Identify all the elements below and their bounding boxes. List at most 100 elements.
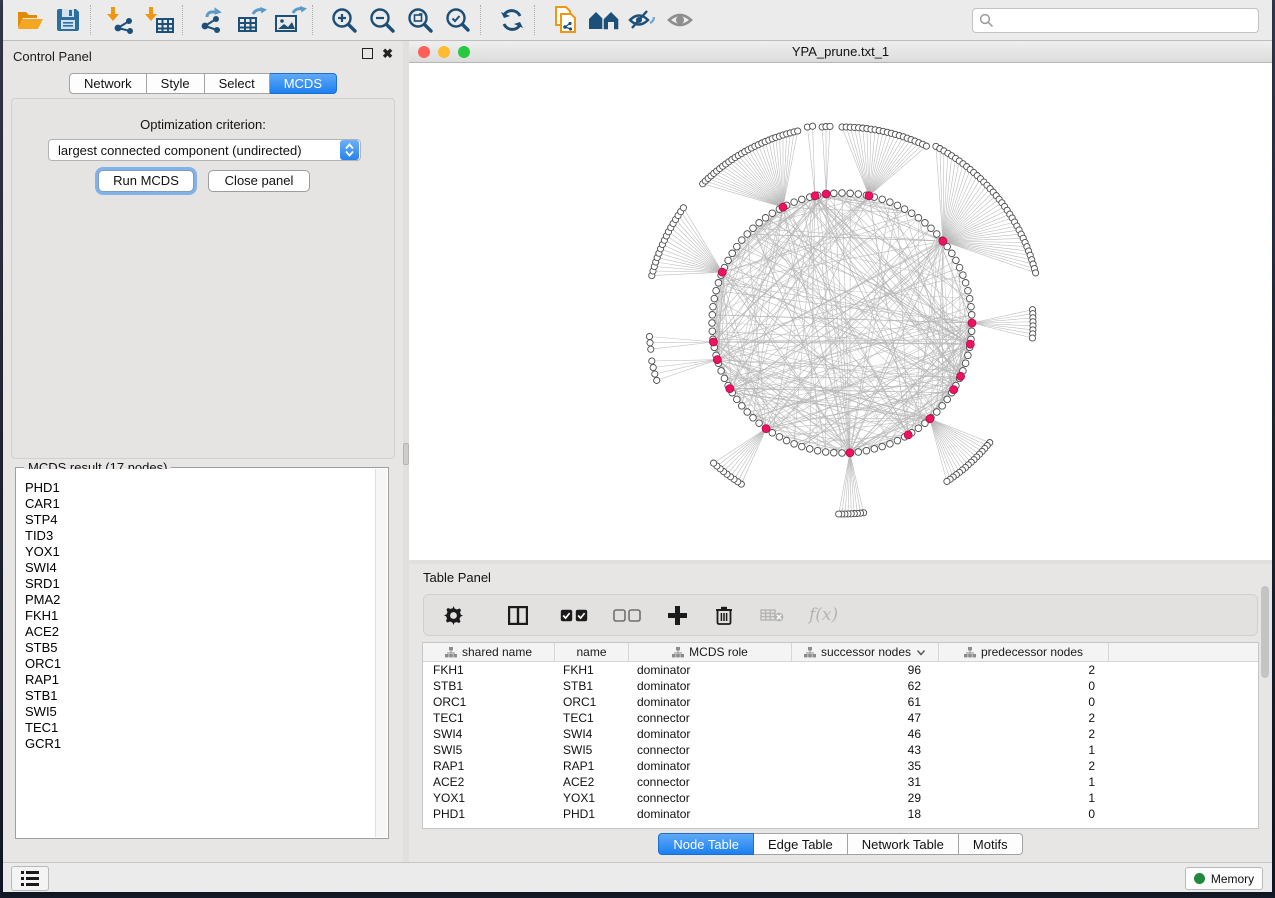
mcds-result-item[interactable]: FKH1 — [17, 608, 387, 624]
export-image-button[interactable] — [271, 3, 309, 37]
tab-motifs[interactable]: Motifs — [959, 833, 1023, 855]
table-row[interactable]: RAP1RAP1dominator352 — [423, 758, 1258, 774]
float-panel-icon[interactable] — [362, 48, 373, 59]
control-panel: Control Panel ✖ NetworkStyleSelectMCDS O… — [3, 41, 403, 862]
open-session-button[interactable] — [11, 3, 49, 37]
zoom-selected-button[interactable] — [439, 3, 477, 37]
column-header-shared-name[interactable]: shared name — [423, 643, 555, 661]
sort-desc-icon — [916, 649, 926, 656]
table-settings-button[interactable] — [442, 606, 464, 625]
task-history-button[interactable] — [11, 866, 49, 891]
table-row[interactable]: ORC1ORC1dominator610 — [423, 694, 1258, 710]
cell-successor_nodes: 61 — [792, 695, 939, 709]
columns-icon — [508, 606, 528, 625]
tab-select[interactable]: Select — [205, 73, 270, 94]
table-row[interactable]: YOX1YOX1connector291 — [423, 790, 1258, 806]
memory-label: Memory — [1211, 872, 1254, 886]
tab-node-table[interactable]: Node Table — [658, 833, 754, 855]
mcds-result-item[interactable]: STB1 — [17, 688, 387, 704]
show-all-button[interactable] — [661, 3, 699, 37]
cell-predecessor_nodes: 0 — [939, 807, 1109, 821]
toolbar-separator — [534, 5, 544, 35]
cell-name: SWI5 — [555, 743, 629, 757]
mcds-result-item[interactable]: TID3 — [17, 528, 387, 544]
table-row[interactable]: SWI5SWI5connector431 — [423, 742, 1258, 758]
tab-network[interactable]: Network — [69, 73, 147, 94]
cell-name: FKH1 — [555, 663, 629, 677]
mcds-result-item[interactable]: RAP1 — [17, 672, 387, 688]
run-mcds-button[interactable]: Run MCDS — [98, 170, 194, 192]
mcds-result-item[interactable]: CAR1 — [17, 496, 387, 512]
cell-predecessor_nodes: 0 — [939, 679, 1109, 693]
memory-button[interactable]: Memory — [1185, 867, 1263, 890]
node-table: shared namenameMCDS rolesuccessor nodesp… — [422, 642, 1259, 829]
delete-column-button[interactable] — [713, 606, 735, 625]
column-header-successor-nodes[interactable]: successor nodes — [792, 643, 939, 661]
table-row[interactable]: FKH1FKH1dominator962 — [423, 662, 1258, 678]
save-session-button[interactable] — [49, 3, 87, 37]
cell-shared_name: ACE2 — [423, 775, 555, 789]
mcds-result-item[interactable]: STB5 — [17, 640, 387, 656]
mcds-result-item[interactable]: SWI5 — [17, 704, 387, 720]
save-icon — [55, 7, 81, 33]
network-view[interactable] — [409, 63, 1272, 560]
zoom-selected-icon — [444, 6, 472, 34]
export-table-button[interactable] — [233, 3, 271, 37]
table-row[interactable]: PHD1PHD1dominator180 — [423, 806, 1258, 822]
delete-table-button[interactable] — [760, 608, 784, 622]
refresh-icon — [498, 6, 526, 34]
deselect-all-button[interactable] — [613, 609, 641, 622]
tab-style[interactable]: Style — [147, 73, 205, 94]
table-scrollbar[interactable] — [1261, 586, 1269, 678]
apply-layout-button[interactable] — [493, 3, 531, 37]
column-header-name[interactable]: name — [555, 643, 629, 661]
table-row[interactable]: TEC1TEC1connector472 — [423, 710, 1258, 726]
import-table-button[interactable] — [141, 3, 179, 37]
mcds-result-item[interactable]: ORC1 — [17, 656, 387, 672]
search-icon — [979, 13, 994, 28]
criterion-select[interactable]: largest connected component (undirected) — [48, 139, 361, 161]
mcds-result-item[interactable]: GCR1 — [17, 736, 387, 752]
mcds-result-item[interactable]: PMA2 — [17, 592, 387, 608]
zoom-in-button[interactable] — [325, 3, 363, 37]
search-input[interactable] — [994, 14, 1252, 28]
mcds-result-item[interactable]: PHD1 — [17, 480, 387, 496]
cell-predecessor_nodes: 0 — [939, 695, 1109, 709]
clone-network-button[interactable] — [547, 3, 585, 37]
mcds-result-item[interactable]: STP4 — [17, 512, 387, 528]
checked-boxes-icon — [560, 609, 588, 622]
status-bar: Memory — [3, 862, 1272, 892]
zoom-fit-button[interactable] — [401, 3, 439, 37]
mcds-result-item[interactable]: ACE2 — [17, 624, 387, 640]
select-all-button[interactable] — [560, 609, 588, 622]
close-panel-button[interactable]: Close panel — [208, 170, 310, 192]
table-row[interactable]: SWI4SWI4dominator462 — [423, 726, 1258, 742]
mcds-result-list[interactable]: PHD1CAR1STP4TID3YOX1SWI4SRD1PMA2FKH1ACE2… — [17, 469, 387, 837]
cell-shared_name: ORC1 — [423, 695, 555, 709]
create-column-button[interactable] — [666, 606, 688, 625]
import-network-button[interactable] — [103, 3, 141, 37]
export-network-button[interactable] — [195, 3, 233, 37]
export-table-icon — [236, 6, 268, 34]
first-neighbors-button[interactable] — [585, 3, 623, 37]
cell-shared_name: YOX1 — [423, 791, 555, 805]
mcds-result-item[interactable]: SRD1 — [17, 576, 387, 592]
mcds-list-scrollbar[interactable] — [375, 469, 387, 837]
cell-mcds_role: dominator — [629, 679, 792, 693]
column-header-MCDS-role[interactable]: MCDS role — [629, 643, 792, 661]
tab-mcds[interactable]: MCDS — [270, 73, 337, 94]
function-builder-button[interactable]: f(x) — [809, 605, 838, 625]
hide-selected-button[interactable] — [623, 3, 661, 37]
mcds-result-item[interactable]: YOX1 — [17, 544, 387, 560]
column-layout-button[interactable] — [507, 606, 529, 625]
network-graph[interactable] — [409, 63, 1272, 560]
close-panel-icon[interactable]: ✖ — [382, 48, 393, 59]
tab-network-table[interactable]: Network Table — [848, 833, 959, 855]
tab-edge-table[interactable]: Edge Table — [754, 833, 848, 855]
table-row[interactable]: STB1STB1dominator620 — [423, 678, 1258, 694]
column-header-predecessor-nodes[interactable]: predecessor nodes — [939, 643, 1109, 661]
table-row[interactable]: ACE2ACE2connector311 — [423, 774, 1258, 790]
zoom-out-button[interactable] — [363, 3, 401, 37]
mcds-result-item[interactable]: SWI4 — [17, 560, 387, 576]
mcds-result-item[interactable]: TEC1 — [17, 720, 387, 736]
